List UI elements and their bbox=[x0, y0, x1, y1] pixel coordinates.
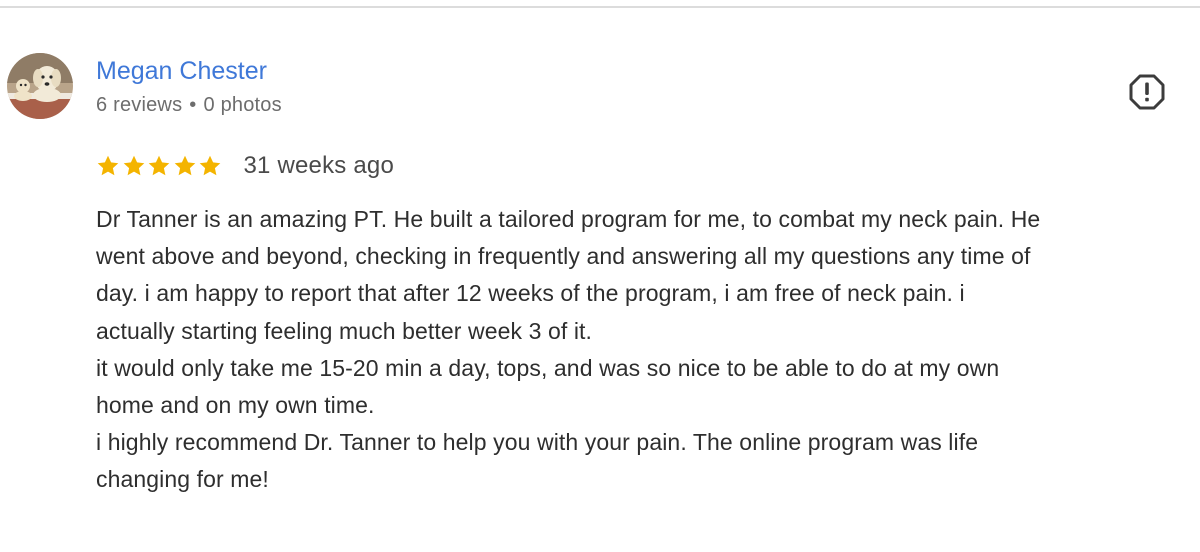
review-line: went above and beyond, checking in frequ… bbox=[96, 243, 1031, 270]
review-date: 31 weeks ago bbox=[243, 152, 395, 179]
meta-separator: • bbox=[189, 94, 197, 116]
review-line: it would only take me 15-20 min a day, t… bbox=[96, 354, 1000, 381]
review-text: Dr Tanner is an amazing PT. He built a t… bbox=[96, 201, 1186, 499]
report-flag-icon bbox=[1129, 74, 1165, 110]
review-line: day. i am happy to report that after 12 … bbox=[96, 280, 965, 307]
rating-row: 31 weeks ago bbox=[96, 150, 394, 182]
reviewer-name[interactable]: Megan Chester bbox=[96, 56, 267, 86]
review-line: home and on my own time. bbox=[96, 392, 375, 419]
review-line: Dr Tanner is an amazing PT. He built a t… bbox=[96, 206, 1041, 232]
star-icon bbox=[96, 154, 120, 178]
review-card: Megan Chester 6 reviews • 0 photos 31 week… bbox=[0, 0, 1200, 552]
report-review-button[interactable] bbox=[1128, 73, 1166, 111]
photos-count: 0 photos bbox=[203, 94, 282, 116]
review-line: changing for me! bbox=[96, 466, 269, 493]
reviewer-avatar[interactable] bbox=[7, 53, 73, 119]
reviews-count: 6 reviews bbox=[96, 94, 183, 116]
avatar-photo-icon bbox=[7, 53, 73, 119]
review-line: i highly recommend Dr. Tanner to help yo… bbox=[96, 429, 979, 456]
star-icon bbox=[198, 154, 222, 178]
star-icon bbox=[147, 154, 171, 178]
star-icon bbox=[122, 154, 146, 178]
star-icon bbox=[173, 154, 197, 178]
reviewer-meta: 6 reviews • 0 photos bbox=[96, 92, 282, 118]
top-divider bbox=[0, 6, 1200, 8]
star-rating bbox=[96, 154, 224, 178]
review-line: actually starting feeling much better we… bbox=[96, 317, 593, 344]
